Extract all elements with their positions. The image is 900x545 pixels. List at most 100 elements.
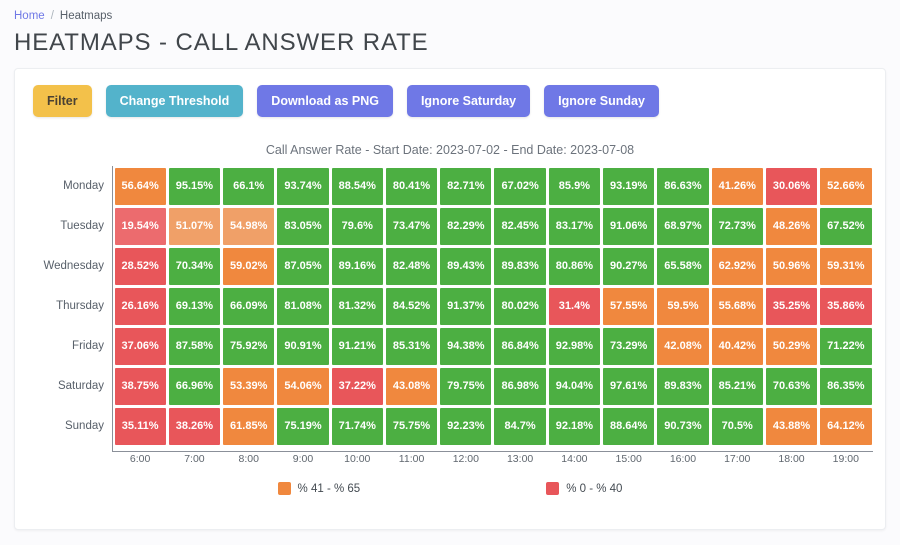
heatmap-cell[interactable]: 73.29% (603, 327, 655, 365)
heatmap-cell[interactable]: 61.85% (223, 407, 275, 445)
heatmap-cell[interactable]: 83.17% (548, 207, 601, 245)
heatmap-cell[interactable]: 70.34% (168, 247, 221, 285)
heatmap-cell[interactable]: 65.58% (657, 247, 709, 285)
heatmap-cell[interactable]: 82.45% (494, 207, 546, 245)
heatmap-cell[interactable]: 90.91% (277, 327, 329, 365)
heatmap-cell[interactable]: 82.71% (440, 167, 492, 205)
heatmap-cell[interactable]: 57.55% (603, 287, 655, 325)
heatmap-cell[interactable]: 89.83% (657, 367, 709, 405)
heatmap-cell[interactable]: 59.5% (657, 287, 709, 325)
ignore-sunday-button[interactable]: Ignore Sunday (544, 85, 659, 117)
heatmap-cell[interactable]: 26.16% (114, 287, 166, 325)
heatmap-cell[interactable]: 92.18% (548, 407, 601, 445)
heatmap-cell[interactable]: 92.23% (440, 407, 492, 445)
heatmap-cell[interactable]: 67.02% (494, 167, 546, 205)
heatmap-cell[interactable]: 86.35% (820, 367, 872, 405)
heatmap-cell[interactable]: 86.84% (494, 327, 546, 365)
heatmap-cell[interactable]: 72.73% (711, 207, 763, 245)
heatmap-cell[interactable]: 82.29% (440, 207, 492, 245)
heatmap-cell[interactable]: 94.04% (548, 367, 601, 405)
heatmap-cell[interactable]: 28.52% (114, 247, 166, 285)
heatmap-cell[interactable]: 82.48% (385, 247, 438, 285)
heatmap-cell[interactable]: 83.05% (277, 207, 329, 245)
legend-item[interactable]: % 0 - % 40 (546, 482, 622, 495)
heatmap-cell[interactable]: 91.06% (603, 207, 655, 245)
heatmap-cell[interactable]: 93.74% (277, 167, 329, 205)
heatmap-cell[interactable]: 19.54% (114, 207, 166, 245)
ignore-saturday-button[interactable]: Ignore Saturday (406, 85, 531, 117)
breadcrumb-link-home[interactable]: Home (14, 10, 45, 22)
heatmap-cell[interactable]: 35.11% (114, 407, 166, 445)
heatmap-cell[interactable]: 41.26% (711, 167, 763, 205)
heatmap-cell[interactable]: 62.92% (711, 247, 763, 285)
heatmap-cell[interactable]: 88.54% (331, 167, 383, 205)
filter-button[interactable]: Filter (33, 85, 92, 117)
change-threshold-button[interactable]: Change Threshold (105, 85, 244, 117)
heatmap-cell[interactable]: 88.64% (603, 407, 655, 445)
heatmap-cell[interactable]: 89.16% (331, 247, 383, 285)
heatmap-cell[interactable]: 71.22% (820, 327, 872, 365)
heatmap-cell[interactable]: 37.06% (114, 327, 166, 365)
heatmap-cell[interactable]: 87.05% (277, 247, 329, 285)
heatmap-cell[interactable]: 56.64% (114, 167, 166, 205)
heatmap-cell[interactable]: 90.73% (657, 407, 709, 445)
heatmap-cell[interactable]: 70.63% (765, 367, 818, 405)
heatmap-cell[interactable]: 70.5% (711, 407, 763, 445)
heatmap-cell[interactable]: 37.22% (331, 367, 383, 405)
heatmap-cell[interactable]: 75.19% (277, 407, 329, 445)
heatmap-cell[interactable]: 50.96% (765, 247, 818, 285)
download-as-png-button[interactable]: Download as PNG (257, 85, 393, 117)
heatmap-cell[interactable]: 68.97% (657, 207, 709, 245)
heatmap-cell[interactable]: 75.75% (385, 407, 438, 445)
heatmap-cell[interactable]: 35.86% (820, 287, 872, 325)
heatmap-cell[interactable]: 85.31% (385, 327, 438, 365)
heatmap-cell[interactable]: 51.07% (168, 207, 221, 245)
heatmap-cell[interactable]: 87.58% (168, 327, 221, 365)
heatmap-cell[interactable]: 66.1% (223, 167, 275, 205)
heatmap-cell[interactable]: 97.61% (603, 367, 655, 405)
heatmap-cell[interactable]: 43.88% (765, 407, 818, 445)
heatmap-cell[interactable]: 66.96% (168, 367, 221, 405)
heatmap-cell[interactable]: 80.41% (385, 167, 438, 205)
heatmap-cell[interactable]: 54.98% (223, 207, 275, 245)
heatmap-cell[interactable]: 93.19% (603, 167, 655, 205)
heatmap-cell[interactable]: 89.83% (494, 247, 546, 285)
heatmap-cell[interactable]: 95.15% (168, 167, 221, 205)
heatmap-cell[interactable]: 54.06% (277, 367, 329, 405)
heatmap-cell[interactable]: 53.39% (223, 367, 275, 405)
heatmap-cell[interactable]: 55.68% (711, 287, 763, 325)
heatmap-cell[interactable]: 71.74% (331, 407, 383, 445)
heatmap-cell[interactable]: 52.66% (820, 167, 872, 205)
heatmap-cell[interactable]: 94.38% (440, 327, 492, 365)
heatmap-cell[interactable]: 69.13% (168, 287, 221, 325)
heatmap-cell[interactable]: 85.21% (711, 367, 763, 405)
heatmap-cell[interactable]: 91.37% (440, 287, 492, 325)
heatmap-cell[interactable]: 59.31% (820, 247, 872, 285)
heatmap-cell[interactable]: 42.08% (657, 327, 709, 365)
heatmap-cell[interactable]: 38.26% (168, 407, 221, 445)
heatmap-cell[interactable]: 31.4% (548, 287, 601, 325)
heatmap-cell[interactable]: 80.02% (494, 287, 546, 325)
heatmap-cell[interactable]: 79.6% (331, 207, 383, 245)
heatmap-cell[interactable]: 40.42% (711, 327, 763, 365)
heatmap-cell[interactable]: 85.9% (548, 167, 601, 205)
heatmap-cell[interactable]: 80.86% (548, 247, 601, 285)
legend-item[interactable]: % 41 - % 65 (277, 482, 360, 495)
heatmap-cell[interactable]: 81.32% (331, 287, 383, 325)
heatmap-cell[interactable]: 81.08% (277, 287, 329, 325)
heatmap-cell[interactable]: 66.09% (223, 287, 275, 325)
heatmap-cell[interactable]: 50.29% (765, 327, 818, 365)
heatmap-cell[interactable]: 48.26% (765, 207, 818, 245)
heatmap-cell[interactable]: 89.43% (440, 247, 492, 285)
heatmap-cell[interactable]: 67.52% (820, 207, 872, 245)
heatmap-cell[interactable]: 90.27% (603, 247, 655, 285)
heatmap-cell[interactable]: 79.75% (440, 367, 492, 405)
heatmap-cell[interactable]: 86.98% (494, 367, 546, 405)
heatmap-cell[interactable]: 91.21% (331, 327, 383, 365)
heatmap-cell[interactable]: 30.06% (765, 167, 818, 205)
heatmap-cell[interactable]: 43.08% (385, 367, 438, 405)
heatmap-cell[interactable]: 35.25% (765, 287, 818, 325)
heatmap-cell[interactable]: 64.12% (820, 407, 872, 445)
heatmap-cell[interactable]: 38.75% (114, 367, 166, 405)
heatmap-cell[interactable]: 73.47% (385, 207, 438, 245)
